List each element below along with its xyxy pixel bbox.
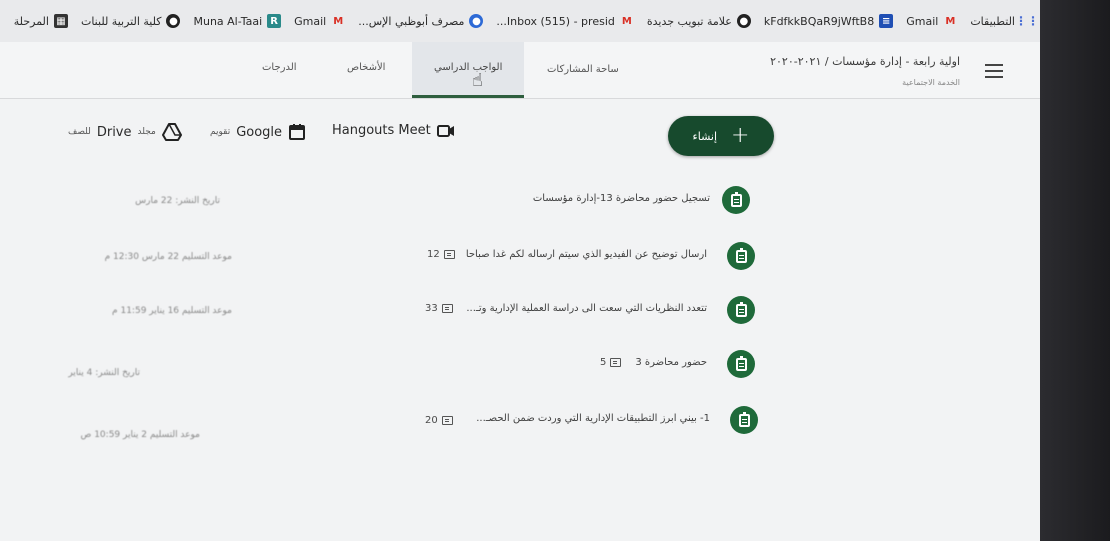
comment-count: 12 <box>427 249 455 260</box>
bookmark-bank[interactable]: ● مصرف أبوظبي الإس... <box>358 14 484 28</box>
r-icon: R <box>267 14 282 28</box>
item-title: تتعدد النظريات التي سعت الى دراسة العملي… <box>466 303 707 314</box>
active-tab-indicator <box>412 95 524 98</box>
bookmark-label: Gmail <box>906 14 939 28</box>
assignment-icon <box>727 350 755 378</box>
drive-label: Drive <box>96 124 132 140</box>
calendar-label: Google <box>236 124 283 140</box>
classroom-header: اولية رابعة - إدارة مؤسسات / ٢٠٢١-٢٠٢٠ ا… <box>0 42 1040 99</box>
gmail-icon: M <box>621 15 632 27</box>
assignment-icon <box>727 242 755 270</box>
classwork-item[interactable]: تسجيل حضور محاضرة 13-إدارة مؤسسات تاريخ … <box>0 180 1040 220</box>
item-meta: موعد التسليم 22 مارس 12:30 م <box>104 252 232 262</box>
comment-icon <box>610 358 622 367</box>
comment-icon <box>441 304 453 313</box>
tab-classwork[interactable]: الواجب الدراسي ☝ <box>412 42 524 98</box>
plus-icon: + <box>731 123 750 148</box>
drive-prefix: مجلد <box>137 127 156 137</box>
bookmark-label: Inbox (515) - presid... <box>496 14 615 28</box>
classwork-item[interactable]: 1- بيني ابرز التطبيقات الإدارية التي ورد… <box>0 400 1040 440</box>
comment-count: 5 <box>600 357 622 368</box>
assignment-icon <box>727 296 755 324</box>
gmail-icon: M <box>333 15 344 27</box>
comment-count-value: 12 <box>427 249 440 260</box>
class-title[interactable]: اولية رابعة - إدارة مؤسسات / ٢٠٢١-٢٠٢٠ <box>770 55 960 68</box>
bookmark-label: Gmail <box>294 14 327 28</box>
bookmark-label: Muna Al-Taai <box>193 14 263 28</box>
comment-count-value: 5 <box>600 357 607 368</box>
item-meta: موعد التسليم 16 يناير 11:59 م <box>112 306 232 316</box>
tab-stream[interactable]: ساحة المشاركات <box>547 64 619 75</box>
bookmark-label: كلية التربية للبنات <box>80 14 162 28</box>
gmail-icon: M <box>945 15 956 27</box>
bookmark-college[interactable]: ● كلية التربية للبنات <box>81 14 181 28</box>
google-calendar-link[interactable]: تقويم Google <box>210 123 306 141</box>
item-title: ارسال توضيح عن الفيديو الذي سيتم ارساله … <box>465 249 707 260</box>
comment-count-value: 20 <box>425 415 438 426</box>
classwork-item[interactable]: ارسال توضيح عن الفيديو الذي سيتم ارساله … <box>0 236 1040 276</box>
google-drive-icon <box>161 123 182 141</box>
class-subtitle: الخدمة الاجتماعية <box>902 78 960 87</box>
tab-grades[interactable]: الدرجات <box>262 62 297 73</box>
bookmark-apps[interactable]: ⋮⋮ التطبيقات <box>970 14 1039 28</box>
comment-count: 33 <box>425 303 453 314</box>
calendar-icon: ▦ <box>53 14 68 28</box>
tab-people[interactable]: الأشخاص <box>347 62 385 73</box>
item-title: تسجيل حضور محاضرة 13-إدارة مؤسسات <box>532 193 710 204</box>
create-label: إنشاء <box>692 129 718 143</box>
bookmark-inbox[interactable]: M Inbox (515) - presid... <box>496 14 633 28</box>
comment-icon <box>443 250 455 259</box>
bookmark-gmail-2[interactable]: M Gmail <box>294 14 345 28</box>
bookmarks-bar: ⋮⋮ التطبيقات M Gmail ≡ kFdfkkBQaR9jWftB8 ● ع… <box>0 0 1040 42</box>
doc-icon: ≡ <box>879 14 894 28</box>
bookmark-doc[interactable]: ≡ kFdfkkBQaR9jWftB8 <box>763 14 894 28</box>
bookmark-label: kFdfkkBQaR9jWftB8 <box>763 14 875 28</box>
comment-count: 20 <box>425 415 453 426</box>
bookmark-muna[interactable]: R Muna Al-Taai <box>193 14 282 28</box>
hangouts-meet-link[interactable]: Hangouts Meet <box>332 123 455 138</box>
comment-count-value: 33 <box>425 303 438 314</box>
classwork-item[interactable]: تتعدد النظريات التي سعت الى دراسة العملي… <box>0 290 1040 330</box>
class-drive-folder-link[interactable]: للصف Drive مجلد <box>68 123 182 141</box>
assignment-icon <box>722 186 750 214</box>
hand-cursor-icon: ☝ <box>472 70 483 91</box>
assignment-icon <box>730 406 758 434</box>
screen-bezel <box>1040 0 1110 541</box>
calendar-icon <box>289 124 306 140</box>
apps-icon: ⋮⋮ <box>1015 14 1039 28</box>
tab-classwork-label: الواجب الدراسي <box>434 62 503 73</box>
menu-icon[interactable] <box>985 64 1003 78</box>
drive-suffix: للصف <box>68 127 91 137</box>
create-button[interactable]: + إنشاء <box>668 116 774 156</box>
item-title: حضور محاضرة 3 <box>635 357 707 368</box>
video-camera-icon <box>436 124 454 137</box>
browser-screen: ⋮⋮ التطبيقات M Gmail ≡ kFdfkkBQaR9jWftB8 ● ع… <box>0 0 1040 541</box>
item-meta: تاريخ النشر: 22 مارس <box>135 196 220 206</box>
bookmark-label: مصرف أبوظبي الإس... <box>358 14 465 28</box>
globe-icon: ● <box>736 14 751 28</box>
bookmark-stage[interactable]: ▦ المرحلة <box>14 14 68 28</box>
classwork-item[interactable]: حضور محاضرة 3 5 تاريخ النشر: 4 يناير <box>0 344 1040 384</box>
globe-icon: ● <box>166 14 181 28</box>
bookmark-label: علامة تبويب جديدة <box>646 14 732 28</box>
meet-label: Hangouts Meet <box>332 123 431 138</box>
bookmark-gmail[interactable]: M Gmail <box>906 14 957 28</box>
bookmark-label: المرحلة <box>13 14 49 28</box>
bookmark-new-tab[interactable]: ● علامة تبويب جديدة <box>647 14 751 28</box>
item-title: 1- بيني ابرز التطبيقات الإدارية التي ورد… <box>476 413 710 424</box>
item-meta: تاريخ النشر: 4 يناير <box>68 368 140 378</box>
bookmark-label: التطبيقات <box>970 14 1015 28</box>
calendar-prefix: تقويم <box>210 127 231 137</box>
item-meta: موعد التسليم 2 يناير 10:59 ص <box>80 430 200 440</box>
globe-icon: ● <box>469 14 484 28</box>
comment-icon <box>441 416 453 425</box>
